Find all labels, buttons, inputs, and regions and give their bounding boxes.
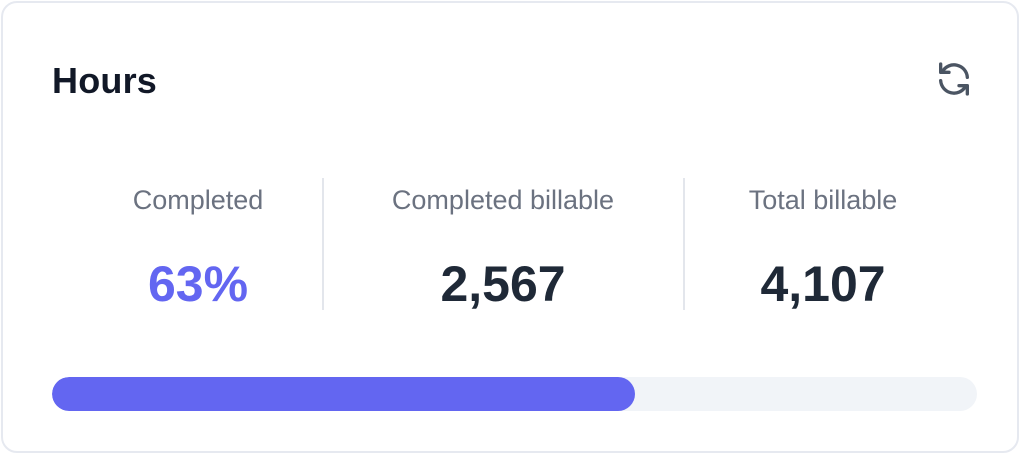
stat-value: 63% — [147, 256, 249, 312]
stat-completed-billable: Completed billable 2,567 — [338, 178, 668, 312]
refresh-button[interactable] — [931, 58, 977, 104]
stats-row: Completed 63% Completed billable 2,567 T… — [63, 178, 963, 312]
progress-bar — [52, 377, 977, 411]
progress-fill — [52, 377, 635, 411]
stat-divider — [322, 178, 324, 310]
card-title: Hours — [52, 60, 158, 101]
stat-value: 2,567 — [440, 256, 566, 312]
stat-divider — [683, 178, 685, 310]
stat-label: Completed — [132, 185, 264, 215]
stat-value: 4,107 — [760, 256, 886, 312]
stat-total-billable: Total billable 4,107 — [698, 178, 948, 312]
stat-label: Completed billable — [391, 185, 615, 215]
refresh-icon — [934, 59, 974, 104]
stat-completed: Completed 63% — [83, 178, 313, 312]
hours-card: Hours Completed 63% Completed billable 2… — [1, 1, 1019, 453]
stat-label: Total billable — [748, 185, 898, 215]
